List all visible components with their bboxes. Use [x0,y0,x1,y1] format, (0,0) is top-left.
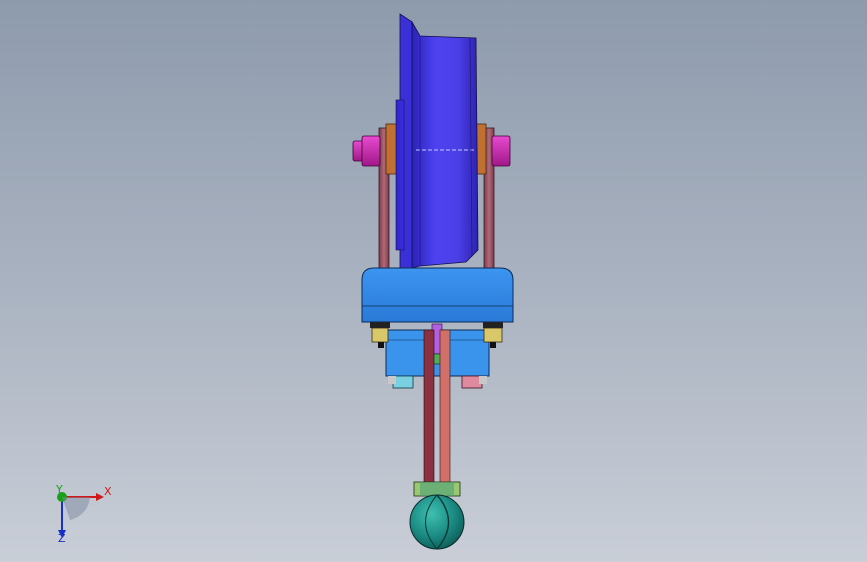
x-axis-label: X [104,485,112,498]
right-axle-bolt [491,135,511,167]
wheel [395,13,479,269]
z-axis-label: Z [58,532,66,545]
left-axle-bolt [352,135,381,167]
bottom-washer-right [479,376,487,384]
upper-housing-block [361,267,514,323]
ball-weight [409,494,465,550]
left-hanging-rod [423,329,435,491]
x-axis-arrow-head [96,493,104,501]
axis-triad: X Y Z [55,483,112,545]
housing-bolt-tip-left [378,342,384,348]
housing-washer-left [370,322,390,328]
housing-nut-right [483,327,503,343]
bottom-washer-left [388,376,396,384]
y-axis-label: Y [55,483,63,496]
right-hanging-rod [439,329,451,491]
housing-washer-right [483,322,503,328]
cad-viewport[interactable]: X Y Z [0,0,867,562]
cad-model-view: X Y Z [55,13,514,550]
housing-bolt-tip-right [490,342,496,348]
housing-nut-left [371,327,389,343]
